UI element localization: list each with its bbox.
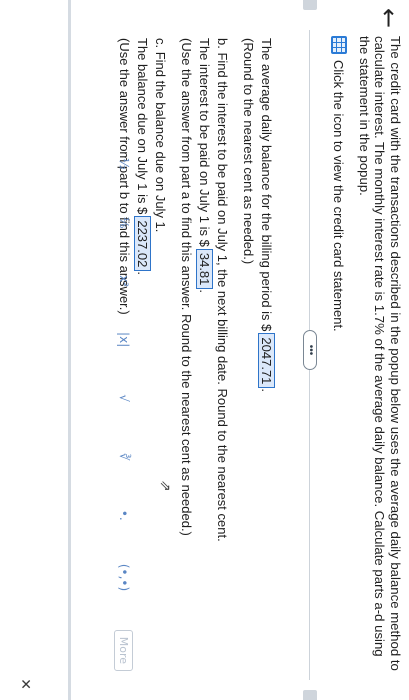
question-intro: The credit card with the transactions de… (357, 36, 403, 671)
more-tools-button[interactable]: More (114, 629, 134, 671)
right-collapse-tab[interactable] (303, 690, 317, 700)
mouse-cursor-icon: ⇗ (158, 480, 174, 492)
exponent-tool-icon[interactable]: x² (117, 271, 131, 291)
fraction-tool-icon[interactable]: ½ (117, 154, 131, 174)
left-collapse-tab[interactable] (303, 0, 317, 10)
mixed-number-tool-icon[interactable]: ⅙ (117, 213, 131, 233)
part-b-answer: The interest to be paid on July 1 is $34… (196, 38, 213, 294)
ordered-pair-tool-icon[interactable]: (•,•) (117, 564, 131, 591)
close-icon[interactable]: ✕ (17, 678, 34, 690)
statement-grid-icon[interactable] (331, 36, 347, 54)
part-a-answer: The average daily balance for the billin… (258, 38, 275, 393)
toolbar-divider (68, 0, 71, 700)
part-c-question: c. Find the balance due on July 1. (153, 38, 168, 233)
statement-link-row[interactable]: Click the icon to view the credit card s… (331, 36, 347, 332)
decimal-tool-icon[interactable]: •. (117, 505, 131, 525)
part-b-hint: (Use the answer from part a to find this… (179, 38, 194, 536)
part-b-question: b. Find the interest to be paid on July … (215, 38, 230, 542)
part-a-input[interactable]: 2047.71 (258, 333, 275, 389)
nth-root-tool-icon[interactable]: ∛ (117, 447, 131, 467)
square-root-tool-icon[interactable]: √ (117, 388, 131, 408)
math-toolbar: ½ ⅙ x² |x| √ ∛ •. (•,•) More (107, 140, 141, 685)
screen: ← The credit card with the transactions … (0, 0, 409, 700)
back-arrow-icon[interactable]: ← (375, 8, 403, 28)
question-panel: ← The credit card with the transactions … (0, 0, 409, 700)
statement-link-text[interactable]: Click the icon to view the credit card s… (332, 60, 347, 332)
expand-more-button[interactable]: ••• (303, 330, 317, 370)
part-a-hint: (Round to the nearest cent as needed.) (241, 38, 256, 265)
part-b-input[interactable]: 34.81 (196, 248, 213, 290)
absolute-value-tool-icon[interactable]: |x| (117, 330, 131, 350)
